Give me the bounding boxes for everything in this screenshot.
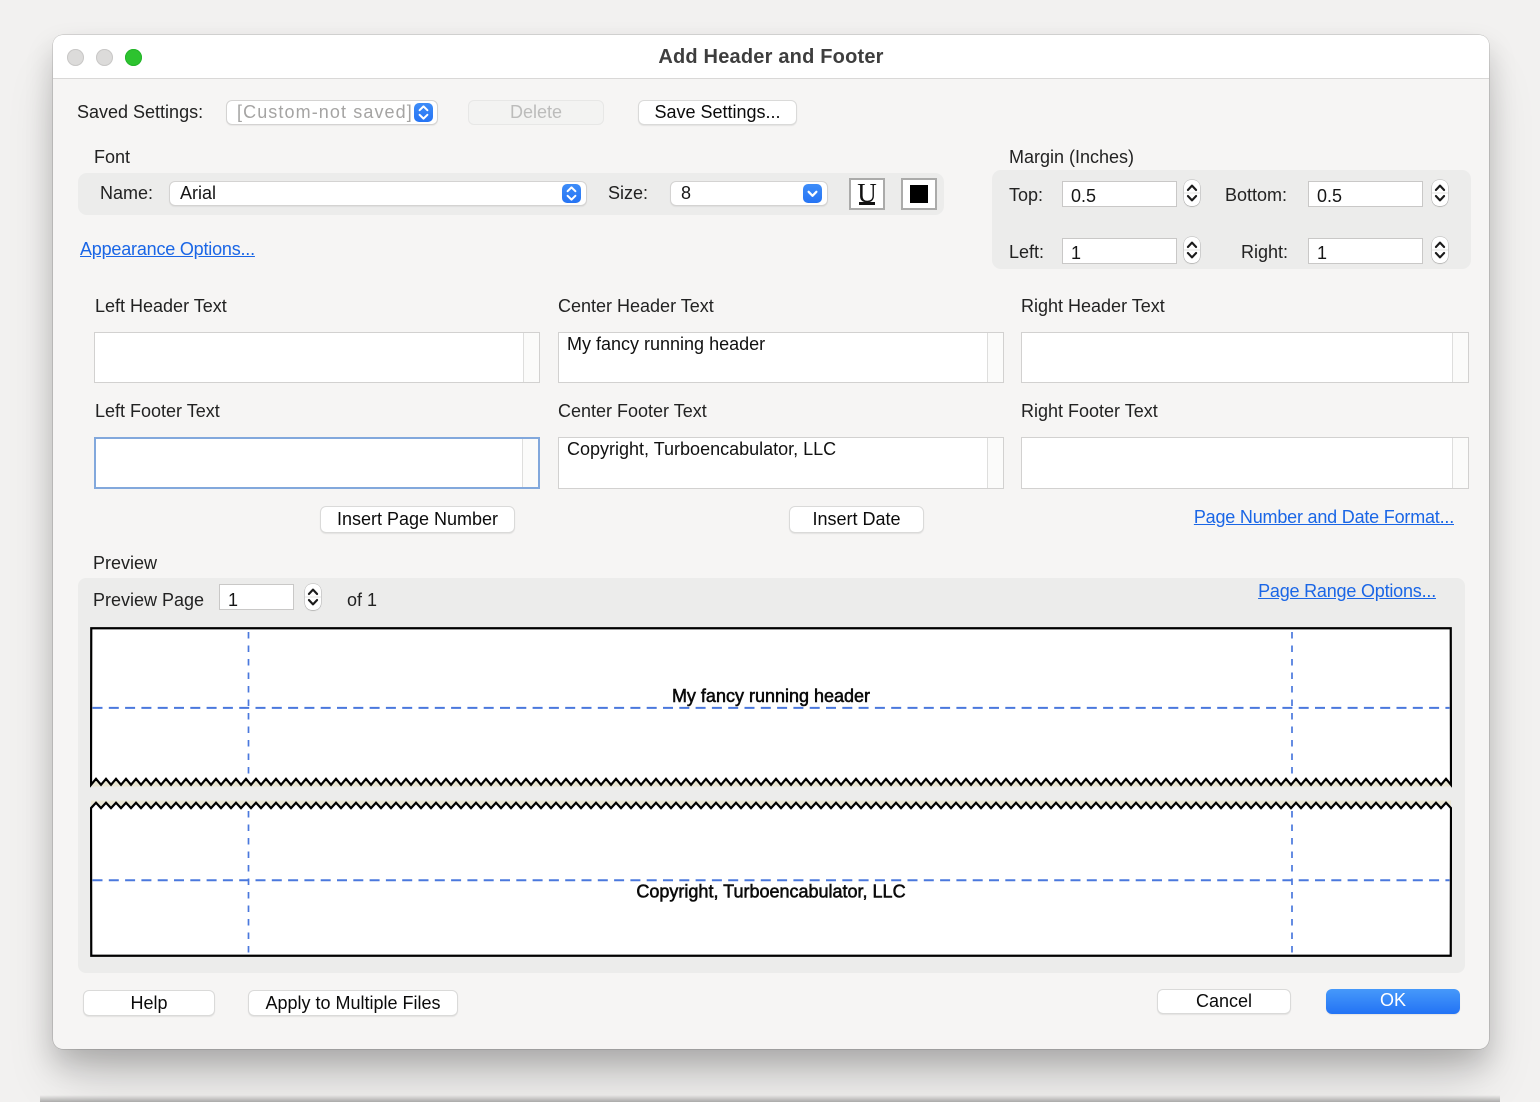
svg-text:Copyright, Turboencabulator, L: Copyright, Turboencabulator, LLC (636, 881, 905, 901)
svg-text:My fancy running header: My fancy running header (672, 686, 870, 706)
